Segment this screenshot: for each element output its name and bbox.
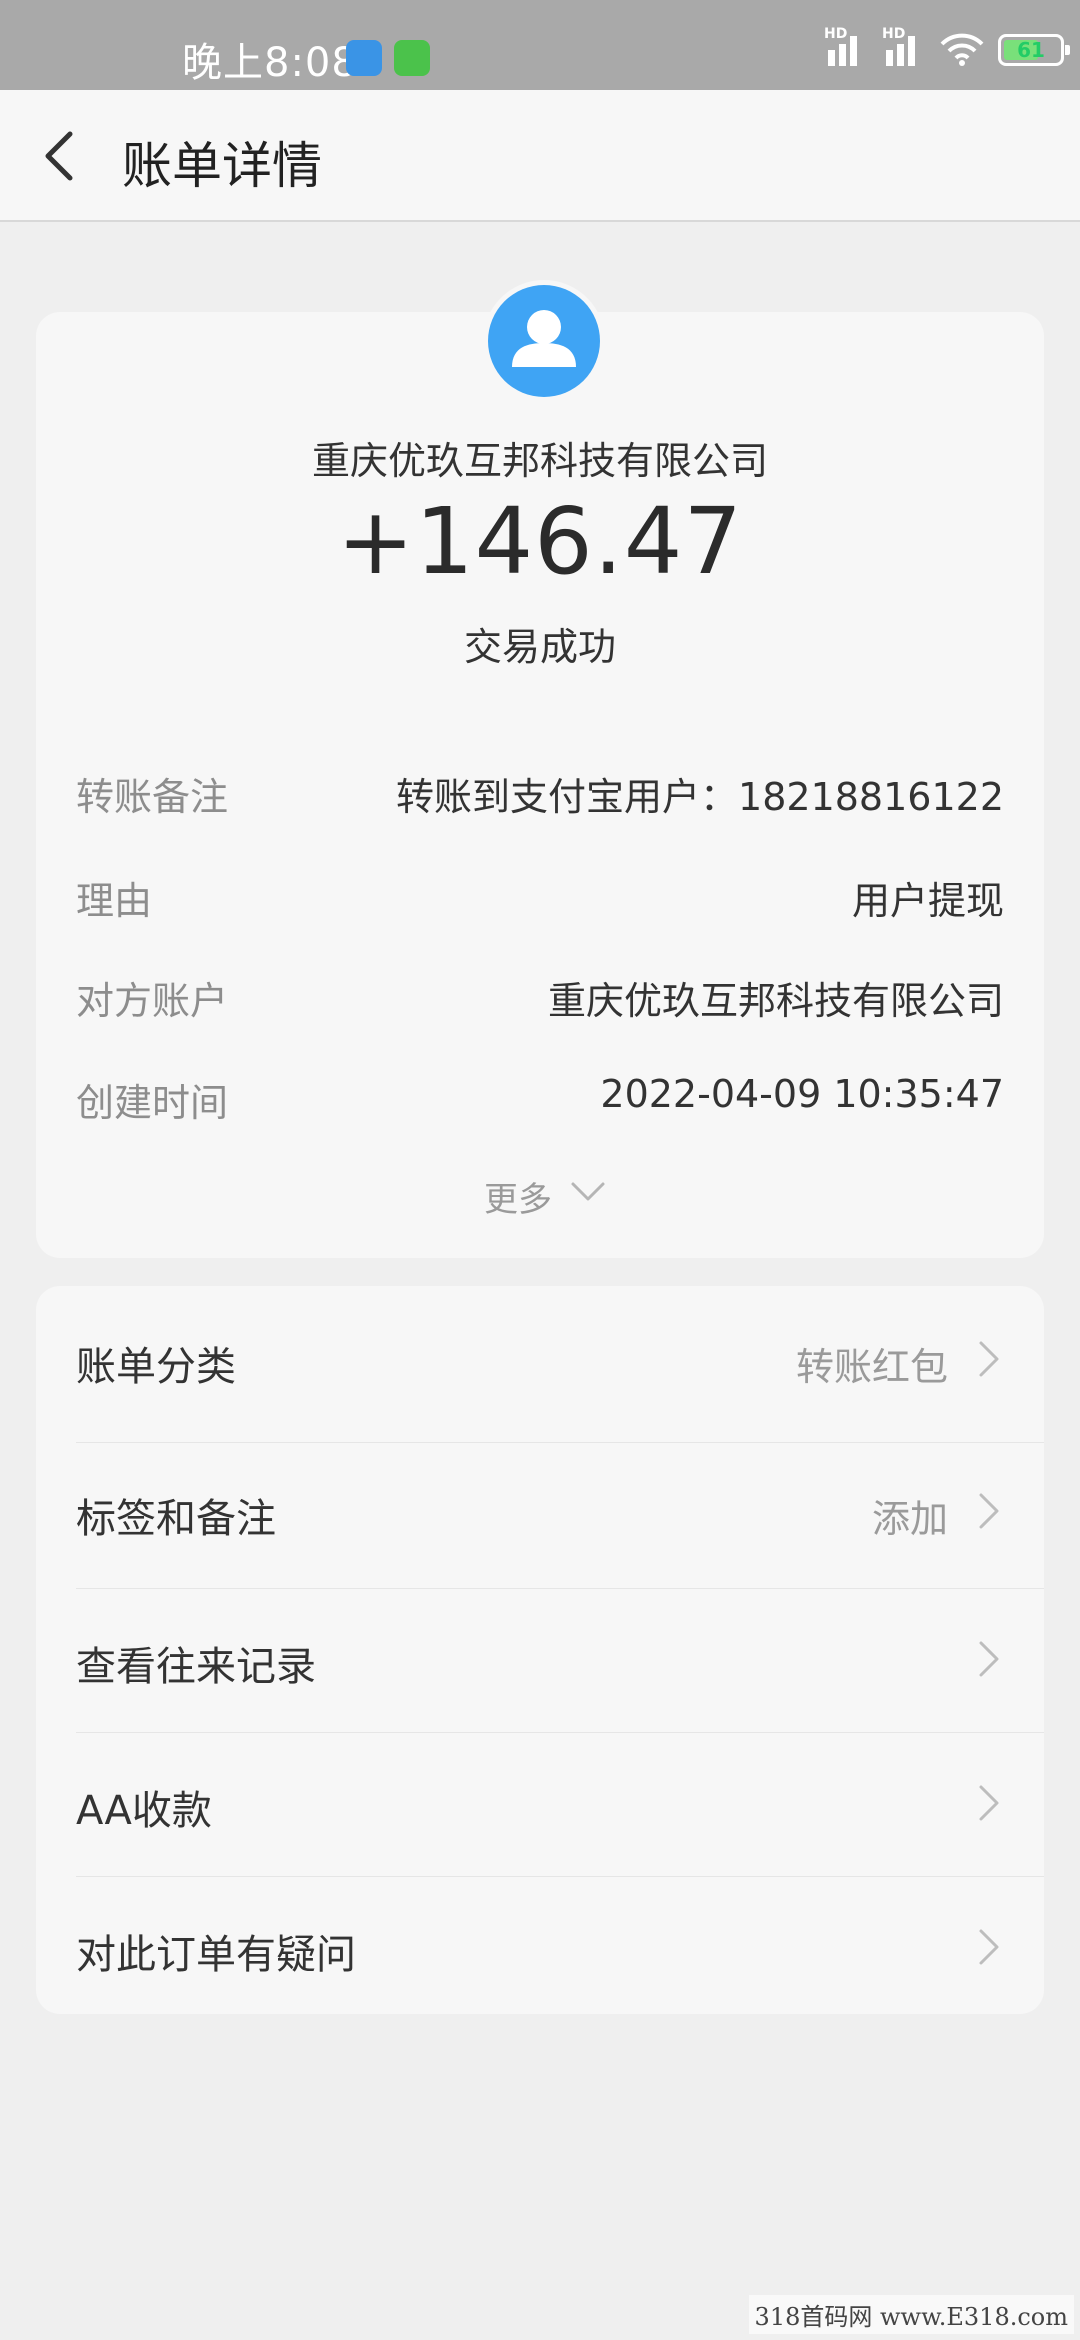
detail-label: 理由	[76, 879, 153, 923]
menu-item-label: 标签和备注	[76, 1496, 276, 1542]
menu-item-value: 转账红包	[795, 1345, 948, 1389]
status-time: 晚上8:08	[182, 40, 358, 86]
chevron-right-icon	[979, 1341, 999, 1377]
payee-name: 重庆优玖互邦科技有限公司	[311, 439, 768, 483]
chevron-down-icon[interactable]	[570, 1180, 606, 1204]
detail-row-remark: 转账备注 转账到支付宝用户：18218816122	[76, 758, 1004, 819]
chevron-right-icon	[979, 1641, 999, 1677]
menu-item-tags-notes[interactable]: 标签和备注 添加	[36, 1442, 1044, 1586]
detail-label: 转账备注	[76, 775, 229, 819]
chevron-right-icon	[979, 1929, 999, 1965]
notification-app-icon	[394, 40, 430, 76]
hd-label: HD	[824, 26, 848, 42]
menu-item-order-question[interactable]: 对此订单有疑问	[36, 1876, 1044, 2020]
wifi-icon	[940, 33, 984, 66]
more-button[interactable]: 更多	[484, 1172, 552, 1221]
detail-label: 创建时间	[76, 1081, 229, 1125]
signal-icon: HD	[882, 26, 926, 66]
chevron-right-icon	[979, 1785, 999, 1821]
menu-item-value: 添加	[871, 1497, 948, 1541]
menu-item-label: 账单分类	[76, 1344, 236, 1390]
battery-level: 61	[1017, 38, 1045, 62]
detail-value: 重庆优玖互邦科技有限公司	[547, 979, 1004, 1023]
status-indicators: HD HD 61	[824, 26, 1070, 66]
transaction-amount: +146.47	[337, 488, 743, 595]
battery-icon: 61	[998, 34, 1070, 66]
menu-item-label: 查看往来记录	[76, 1644, 316, 1690]
menu-item-label: 对此订单有疑问	[76, 1932, 356, 1978]
status-bar: 晚上8:08 HD HD 61	[0, 0, 1080, 90]
user-avatar-icon	[488, 285, 600, 397]
detail-row-reason: 理由 用户提现	[76, 862, 1004, 923]
detail-row-created-time: 创建时间 2022-04-09 10:35:47	[76, 1064, 1004, 1125]
watermark: 318首码网 www.E318.com	[748, 2295, 1074, 2334]
menu-item-aa-collection[interactable]: AA收款	[36, 1732, 1044, 1876]
detail-label: 对方账户	[76, 979, 229, 1023]
chevron-right-icon	[979, 1493, 999, 1529]
menu-item-transaction-history[interactable]: 查看往来记录	[36, 1588, 1044, 1732]
back-chevron-icon[interactable]	[40, 128, 80, 184]
signal-icon: HD	[824, 26, 868, 66]
detail-value: 用户提现	[851, 879, 1004, 923]
transaction-status: 交易成功	[463, 625, 616, 669]
detail-row-counterparty: 对方账户 重庆优玖互邦科技有限公司	[76, 962, 1004, 1023]
menu-item-label: AA收款	[76, 1788, 212, 1834]
detail-value: 2022-04-09 10:35:47	[600, 1072, 1004, 1116]
hd-label: HD	[882, 26, 906, 42]
notification-app-icon	[346, 40, 382, 76]
header: 账单详情	[0, 90, 1080, 222]
page-title: 账单详情	[122, 137, 322, 195]
menu-item-bill-category[interactable]: 账单分类 转账红包	[36, 1286, 1044, 1430]
detail-value: 转账到支付宝用户：18218816122	[396, 775, 1004, 819]
